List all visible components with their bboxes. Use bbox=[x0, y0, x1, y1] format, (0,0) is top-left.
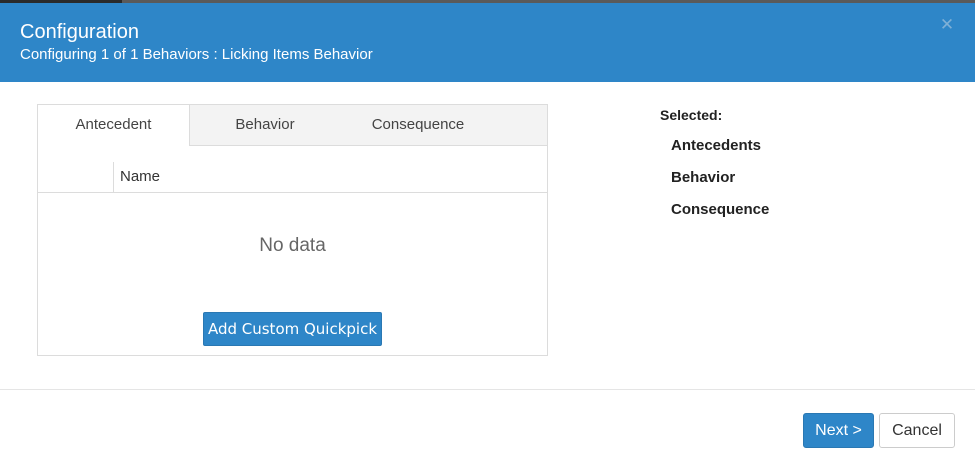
dialog-subtitle: Configuring 1 of 1 Behaviors : Licking I… bbox=[20, 46, 373, 63]
dialog-header: Configuration Configuring 1 of 1 Behavio… bbox=[0, 0, 975, 82]
selected-item-antecedents: Antecedents bbox=[671, 137, 762, 154]
selected-summary: Selected: Antecedents Behavior Consequen… bbox=[660, 106, 769, 218]
footer-divider bbox=[0, 389, 975, 390]
column-header-name[interactable]: Name bbox=[120, 168, 160, 185]
tab-antecedent[interactable]: Antecedent bbox=[38, 105, 190, 146]
config-panel: Antecedent Behavior Consequence Name No … bbox=[37, 104, 548, 356]
tab-bar: Antecedent Behavior Consequence bbox=[38, 105, 547, 146]
selected-item-consequence: Consequence bbox=[671, 201, 770, 218]
selected-item-behavior: Behavior bbox=[671, 169, 736, 186]
empty-state-text: No data bbox=[259, 235, 326, 256]
tab-consequence[interactable]: Consequence bbox=[356, 105, 480, 145]
dialog-title: Configuration bbox=[20, 21, 139, 43]
cancel-button[interactable]: Cancel bbox=[879, 413, 955, 448]
next-button[interactable]: Next > bbox=[803, 413, 874, 448]
window-top-edge bbox=[0, 0, 975, 3]
column-divider bbox=[113, 162, 114, 192]
table-header: Name bbox=[38, 146, 547, 193]
tab-behavior[interactable]: Behavior bbox=[220, 105, 310, 145]
add-custom-quickpick-button[interactable]: Add Custom Quickpick bbox=[203, 312, 382, 346]
close-icon[interactable]: ✕ bbox=[936, 14, 958, 36]
selected-label: Selected: bbox=[660, 107, 723, 123]
window-top-edge-segment bbox=[0, 0, 122, 3]
